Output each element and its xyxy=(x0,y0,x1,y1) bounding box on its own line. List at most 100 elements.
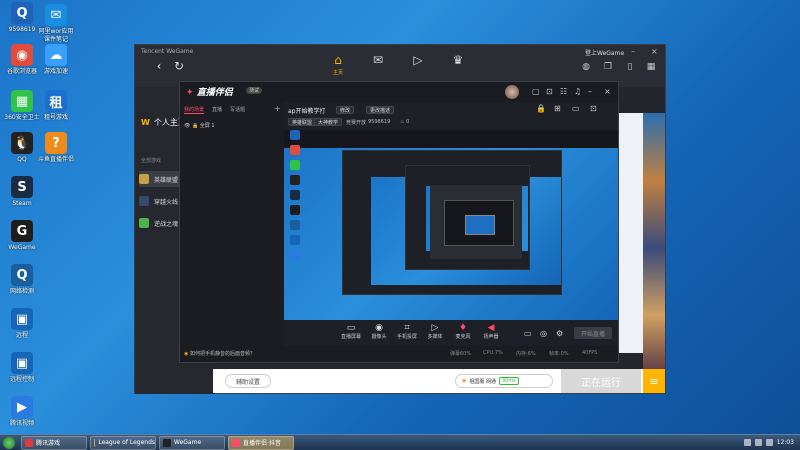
task-icon xyxy=(94,438,96,447)
desktop-icon[interactable]: ? 斗鱼直播伴侣 xyxy=(36,132,76,164)
control-button[interactable]: ▭ 直播屏幕 xyxy=(336,323,366,340)
running-button[interactable]: 正在运行 xyxy=(561,369,641,393)
crown-icon[interactable]: ♛ xyxy=(448,53,468,73)
home-nav-label: 主页 xyxy=(332,70,343,76)
app-icon: ▣ xyxy=(11,352,33,374)
mail-icon[interactable]: ✉ xyxy=(368,53,388,73)
desktop-icon[interactable]: ☁ 游戏加速 xyxy=(36,44,76,76)
close-icon[interactable]: × xyxy=(604,87,611,96)
control-button[interactable]: ♦ 麦克风 xyxy=(448,323,478,340)
status-bar: ◉ 如何把手机静音的后面音频？ 弹幕60% CPU:7% 内存:6% 帧率:0% 40F… xyxy=(180,346,618,362)
desktop-icon[interactable]: ▣ 远程控制 xyxy=(2,352,42,384)
help-notice[interactable]: ◉ 如何把手机静音的后面音频？ xyxy=(184,350,255,357)
control-icon: ▷ xyxy=(431,323,439,333)
banner-artwork xyxy=(643,113,665,383)
control-button[interactable]: ◀ 扬声器 xyxy=(476,323,506,340)
login-link[interactable]: 登上WeGame xyxy=(585,48,624,57)
avatar[interactable] xyxy=(505,85,519,99)
start-button[interactable] xyxy=(0,435,18,450)
task-label: League of Legends xyxy=(98,439,155,446)
cards-icon[interactable]: ❐ xyxy=(602,62,614,74)
app-icon: ☁ xyxy=(45,44,67,66)
settings-icon[interactable]: ☷ xyxy=(560,87,567,96)
video-icon[interactable]: ▷ xyxy=(408,53,428,73)
category-tag[interactable]: 英雄联盟 xyxy=(288,118,317,126)
server-label: 祖国服 网通 xyxy=(469,378,496,385)
assist-settings-button[interactable]: 辅助设置 xyxy=(225,374,271,388)
taskbar-task[interactable]: 腾讯游戏 xyxy=(21,435,87,450)
control-label: 麦克风 xyxy=(455,334,471,340)
mode-tag[interactable]: 大神教学 xyxy=(314,118,343,126)
control-button[interactable]: ⌗ 手机投屏 xyxy=(392,323,422,340)
scene-tab[interactable]: 我的场景 xyxy=(184,106,205,114)
volume-icon[interactable] xyxy=(754,439,762,446)
start-live-button[interactable]: 开始直播 xyxy=(574,327,612,339)
app-icon: ▶ xyxy=(11,396,33,418)
gift-icon[interactable]: ⊡ xyxy=(590,104,597,113)
minimize-icon[interactable]: – xyxy=(631,47,635,56)
lock-top-icon[interactable]: 🔒 xyxy=(536,104,546,113)
scene-tab[interactable]: 写话题 xyxy=(230,106,245,114)
app-icon: ▣ xyxy=(11,308,33,330)
system-tray: 12:03 xyxy=(743,439,800,446)
help-notice-text: 如何把手机静音的后面音频？ xyxy=(189,351,255,357)
desktop-icon-label: 租号游戏 xyxy=(43,114,68,121)
task-icon xyxy=(232,438,240,447)
gift-icon[interactable]: ▦ xyxy=(645,62,657,74)
network-icon[interactable] xyxy=(743,439,751,446)
eye-preview-icon[interactable]: ◎ xyxy=(540,329,547,338)
server-select[interactable]: ◉ 祖国服 网通 30ms xyxy=(455,374,553,388)
monitor-icon[interactable]: ▭ xyxy=(572,104,580,113)
gear-icon[interactable]: ⚙ xyxy=(556,329,563,338)
doc-icon[interactable]: ▯ xyxy=(624,62,636,74)
bell-icon[interactable]: ♫ xyxy=(574,87,581,96)
stream-logo: ✦ 直播伴侣 xyxy=(186,85,233,98)
globe-icon[interactable]: ◍ xyxy=(580,62,592,74)
control-button[interactable]: ◉ 摄像头 xyxy=(364,323,394,340)
task-label: 腾讯游戏 xyxy=(36,440,61,447)
edit-desc-button[interactable]: 更改描述 xyxy=(366,106,395,114)
menu-icon[interactable]: ≡ xyxy=(643,369,665,393)
flag-icon[interactable] xyxy=(765,439,773,446)
share-icon[interactable]: ⊡ xyxy=(546,87,553,96)
control-button[interactable]: ▷ 多媒体 xyxy=(420,323,450,340)
window-icon[interactable]: ▢ xyxy=(532,87,540,96)
back-icon[interactable]: ‹ xyxy=(149,59,169,79)
task-label: WeGame xyxy=(174,439,202,446)
all-games-label: 全部游戏 xyxy=(141,158,162,164)
taskbar-task[interactable]: League of Legends xyxy=(90,435,156,450)
desktop-icon[interactable]: ▶ 腾讯视频 xyxy=(2,396,42,428)
app-icon: ◉ xyxy=(11,44,33,66)
lock-icon[interactable]: 🔒 xyxy=(192,123,198,129)
edit-title-button[interactable]: 修改 xyxy=(336,106,355,114)
taskbar-task[interactable]: WeGame xyxy=(159,435,225,450)
control-label: 扬声器 xyxy=(483,334,499,340)
refresh-icon[interactable]: ↻ xyxy=(169,59,189,79)
desktop-icon[interactable]: S Steam xyxy=(2,176,42,208)
scene-tab[interactable]: 直播 xyxy=(212,106,222,114)
desktop-icon-label: WeGame xyxy=(8,244,36,251)
viewer-count-value: 0 xyxy=(406,119,410,125)
scene-item[interactable]: 👁 🔒 全屏 1 xyxy=(184,122,215,129)
desktop-icon[interactable]: 租租号游戏 xyxy=(36,90,76,122)
clock[interactable]: 12:03 xyxy=(777,439,794,446)
desktop-icon[interactable]: ▣ 远程 xyxy=(2,308,42,340)
stream-info-header: ap开始教学打 修改 更改描述 英雄联盟 大神教学 竞赛开放 9598619 ♨… xyxy=(284,102,618,130)
camera-toggle-icon[interactable]: ▭ xyxy=(524,329,532,338)
desktop-icon-label: 游戏加速 xyxy=(43,68,68,75)
wegame-launch-bar: 辅助设置 ◉ 祖国服 网通 30ms 正在运行 ≡ xyxy=(213,369,665,393)
eye-icon[interactable]: 👁 xyxy=(184,123,190,129)
layout-icon[interactable]: ⊞ xyxy=(554,104,561,113)
add-scene-icon[interactable]: + xyxy=(274,104,281,113)
minimize-icon[interactable]: – xyxy=(588,87,592,96)
desktop-icon[interactable]: ✉ 阿里wor应用 课件笔记 xyxy=(36,4,76,44)
app-icon: ? xyxy=(45,132,67,154)
game-label: 英雄联盟 xyxy=(154,176,179,184)
taskbar-task[interactable]: 直播伴侣·抖音 xyxy=(228,435,294,450)
stream-titlebar: ✦ 直播伴侣 测试 ▢ ⊡ ☷ ♫ – × xyxy=(180,82,618,102)
status-metric: 帧率:0% xyxy=(549,351,569,357)
desktop-icon[interactable]: Q 网络检测 xyxy=(2,264,42,296)
desktop-icon[interactable]: G WeGame xyxy=(2,220,42,252)
game-icon xyxy=(139,174,149,184)
close-icon[interactable]: × xyxy=(651,47,658,56)
